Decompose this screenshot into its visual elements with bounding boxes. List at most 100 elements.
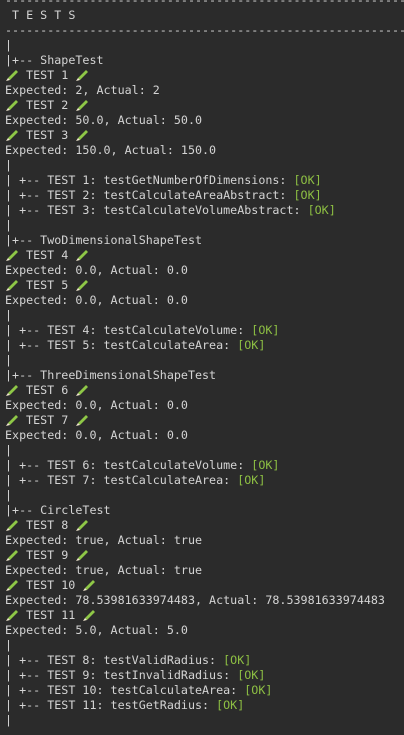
test-label: TEST 8 [19,518,76,532]
test-result-line: | +-- TEST 5: testCalculateArea: [OK] [5,338,404,353]
test-result-line: | +-- TEST 11: testGetRadius: [OK] [5,698,404,713]
status-ok-badge: [OK] [223,653,252,667]
test-label: TEST 1 [19,68,76,82]
test-result-line: | +-- TEST 6: testCalculateVolume: [OK] [5,458,404,473]
pencil-icon [6,385,18,396]
output-line: Expected: 0.0, Actual: 0.0 [5,293,404,308]
status-ok-badge: [OK] [244,683,273,697]
output-line: | [5,308,404,323]
output-text: | [5,713,13,727]
pencil-icon [76,70,89,81]
output-line: |+-- ThreeDimensionalShapeTest [5,368,404,383]
output-line: | [5,353,404,368]
output-line: | [5,638,404,653]
output-text: | [5,158,13,172]
pencil-icon [76,100,89,111]
test-result-text: | +-- TEST 11: testGetRadius: [5,698,217,712]
pencil-icon [76,550,89,561]
status-ok-badge: [OK] [293,173,322,187]
output-line: ----------------------------------------… [5,0,404,8]
test-header-line: TEST 9 [5,548,404,563]
test-header-line: TEST 5 [5,278,404,293]
test-header-line: TEST 11 [5,608,404,623]
output-text: Expected: true, Actual: true [5,563,203,577]
output-line: Expected: 0.0, Actual: 0.0 [5,428,404,443]
output-text: |+-- TwoDimensionalShapeTest [5,233,203,247]
test-label: TEST 4 [19,248,76,262]
pencil-icon [6,580,18,591]
output-text: |+-- CircleTest [5,503,111,517]
output-text: Expected: 2, Actual: 2 [5,83,160,97]
output-text: | [5,218,13,232]
output-text: Expected: 50.0, Actual: 50.0 [5,113,203,127]
output-line: Expected: 2, Actual: 2 [5,83,404,98]
test-result-text: | +-- TEST 2: testCalculateAreaAbstract: [5,188,294,202]
test-result-text: | +-- TEST 1: testGetNumberOfDimensions: [5,173,294,187]
test-label: TEST 7 [19,413,76,427]
status-ok-badge: [OK] [237,338,266,352]
output-line: Expected: true, Actual: true [5,563,404,578]
pencil-icon [76,250,89,261]
test-label: TEST 10 [19,578,83,592]
output-line: | [5,488,404,503]
pencil-icon [6,550,18,561]
test-header-line: TEST 10 [5,578,404,593]
test-result-text: | +-- TEST 4: testCalculateVolume: [5,323,252,337]
test-header-line: TEST 2 [5,98,404,113]
status-ok-badge: [OK] [216,698,245,712]
test-result-line: | +-- TEST 9: testInvalidRadius: [OK] [5,668,404,683]
test-result-line: | +-- TEST 3: testCalculateVolumeAbstrac… [5,203,404,218]
output-text: Expected: 78.53981633974483, Actual: 78.… [5,593,385,607]
pencil-icon [76,415,89,426]
test-header-line: TEST 6 [5,383,404,398]
pencil-icon [76,385,89,396]
status-ok-badge: [OK] [293,188,322,202]
test-label: TEST 3 [19,128,76,142]
output-text: | [5,488,13,502]
output-text: Expected: 0.0, Actual: 0.0 [5,428,188,442]
pencil-icon [76,130,89,141]
test-label: TEST 6 [19,383,76,397]
test-result-text: | +-- TEST 6: testCalculateVolume: [5,458,252,472]
output-line: T E S T S [5,8,404,23]
output-text: |+-- ShapeTest [5,53,104,67]
pencil-icon [6,70,18,81]
output-text: Expected: 0.0, Actual: 0.0 [5,398,188,412]
test-header-line: TEST 1 [5,68,404,83]
output-text: Expected: 0.0, Actual: 0.0 [5,263,188,277]
test-result-text: | +-- TEST 9: testInvalidRadius: [5,668,238,682]
output-line: | [5,38,404,53]
output-line: Expected: true, Actual: true [5,533,404,548]
pencil-icon [76,520,89,531]
output-line: Expected: 0.0, Actual: 0.0 [5,398,404,413]
test-result-text: | +-- TEST 8: testValidRadius: [5,653,224,667]
output-text: Expected: 150.0, Actual: 150.0 [5,143,217,157]
output-line: | [5,218,404,233]
test-result-text: | +-- TEST 7: testCalculateArea: [5,473,238,487]
test-header-line: TEST 4 [5,248,404,263]
test-result-line: | +-- TEST 1: testGetNumberOfDimensions:… [5,173,404,188]
test-result-line: | +-- TEST 2: testCalculateAreaAbstract:… [5,188,404,203]
pencil-icon [6,280,18,291]
output-text: ----------------------------------------… [5,23,404,37]
output-text: | [5,443,13,457]
test-result-text: | +-- TEST 3: testCalculateVolumeAbstrac… [5,203,308,217]
output-line: ----------------------------------------… [5,23,404,38]
pencil-icon [83,580,96,591]
output-line: Expected: 150.0, Actual: 150.0 [5,143,404,158]
status-ok-badge: [OK] [251,323,280,337]
test-label: TEST 11 [19,608,83,622]
terminal-output: ----------------------------------------… [0,0,404,735]
test-result-text: | +-- TEST 5: testCalculateArea: [5,338,238,352]
output-line: |+-- ShapeTest [5,53,404,68]
output-line: Expected: 5.0, Actual: 5.0 [5,623,404,638]
test-header-line: TEST 3 [5,128,404,143]
output-line: Expected: 50.0, Actual: 50.0 [5,113,404,128]
status-ok-badge: [OK] [237,668,266,682]
test-label: TEST 5 [19,278,76,292]
output-text: | [5,38,13,52]
pencil-icon [76,280,89,291]
output-text: | [5,638,13,652]
output-line: | [5,713,404,728]
output-text: | [5,353,13,367]
